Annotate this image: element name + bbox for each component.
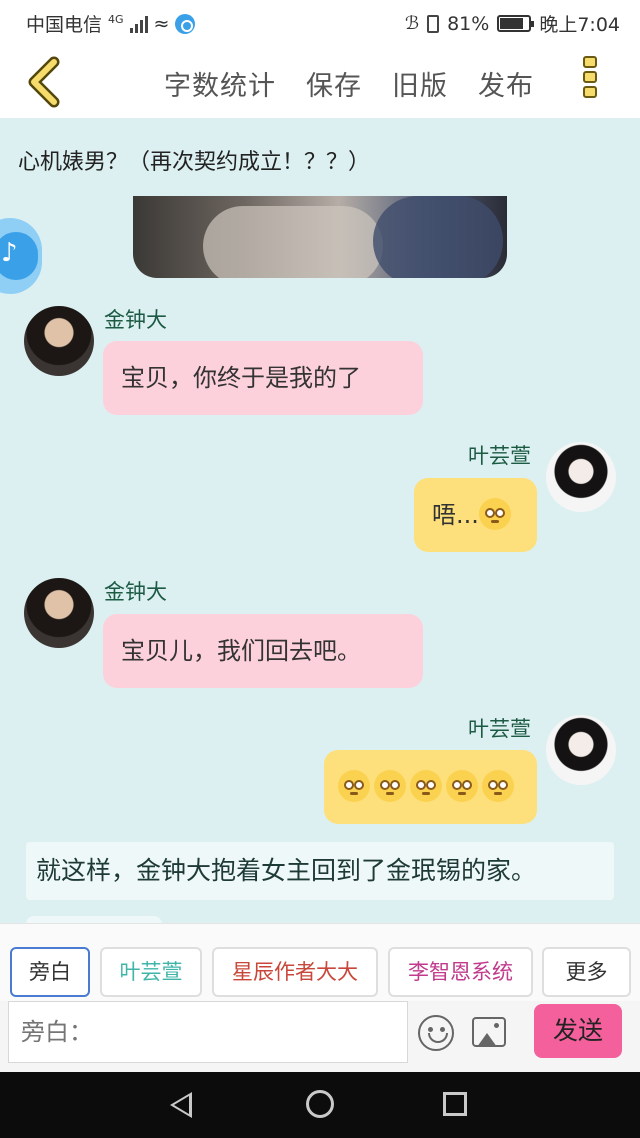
more-dot-icon	[583, 56, 597, 68]
sender-name: 金钟大	[104, 580, 167, 604]
message-bubble[interactable]: 宝贝儿，我们回去吧。	[103, 614, 423, 688]
message-input[interactable]	[8, 1001, 408, 1063]
image-icon[interactable]	[472, 1017, 506, 1047]
avatar[interactable]	[24, 578, 94, 648]
role-author-button[interactable]: 星辰作者大大	[212, 947, 378, 997]
next-narration-block[interactable]	[26, 916, 162, 923]
battery-icon	[497, 15, 535, 32]
emoji-icon[interactable]	[418, 1015, 454, 1051]
message-bubble[interactable]: 宝贝，你终于是我的了	[103, 341, 423, 415]
role-selector-bar: 旁白 叶芸萱 星辰作者大大 李智恩系统 更多	[0, 923, 640, 1001]
save-button[interactable]: 保存	[306, 64, 362, 103]
chevron-left-icon	[28, 56, 60, 108]
more-dot-icon	[583, 86, 597, 98]
narration-block[interactable]: 就这样，金钟大抱着女主回到了金珉锡的家。	[26, 842, 614, 900]
message-text: 唔...	[432, 501, 479, 529]
more-dot-icon	[583, 71, 597, 83]
top-toolbar: 字数统计 保存 旧版 发布	[0, 44, 640, 118]
music-note-icon: ♪	[1, 238, 18, 268]
music-button[interactable]: ♪	[0, 218, 42, 294]
chapter-title: 心机婊男？（再次契约成立！？？）	[18, 150, 371, 175]
word-count-button[interactable]: 字数统计	[164, 64, 276, 103]
message-bubble[interactable]	[324, 750, 537, 824]
nav-home-icon[interactable]	[306, 1090, 334, 1118]
network-type-label: 4G	[108, 13, 124, 26]
avatar[interactable]	[546, 715, 616, 785]
avatar[interactable]	[24, 306, 94, 376]
role-yeyunxuan-button[interactable]: 叶芸萱	[100, 947, 202, 997]
bluetooth-icon: ℬ	[404, 13, 420, 34]
flushed-face-emoji	[482, 770, 514, 802]
nav-back-icon[interactable]	[170, 1092, 192, 1118]
vibrate-icon	[427, 14, 440, 33]
input-bar: 发送	[0, 1001, 640, 1072]
nav-recent-apps-icon[interactable]	[443, 1092, 467, 1116]
sender-name: 叶芸萱	[468, 444, 531, 468]
cellular-signal-icon	[129, 15, 148, 33]
vpn-icon	[175, 13, 196, 34]
wifi-icon: ≈	[153, 12, 170, 35]
send-button[interactable]: 发送	[534, 1004, 622, 1058]
flushed-face-emoji	[338, 770, 370, 802]
status-bar: 中国电信 4G ≈ ℬ 81% 晚上7:04	[0, 0, 640, 44]
sender-name: 叶芸萱	[468, 717, 531, 741]
publish-button[interactable]: 发布	[478, 64, 534, 103]
system-nav-bar	[0, 1072, 640, 1138]
battery-percent: 81%	[447, 12, 490, 35]
more-menu-button[interactable]	[578, 56, 602, 108]
sender-name: 金钟大	[104, 308, 167, 332]
old-version-button[interactable]: 旧版	[392, 64, 448, 103]
flushed-face-emoji	[446, 770, 478, 802]
clock: 晚上7:04	[539, 14, 620, 36]
avatar[interactable]	[546, 442, 616, 512]
back-button[interactable]	[22, 54, 72, 108]
chat-area[interactable]: 心机婊男？（再次契约成立！？？） ♪ 金钟大 宝贝，你终于是我的了 叶芸萱 唔.…	[0, 118, 640, 923]
role-narrator-button[interactable]: 旁白	[10, 947, 90, 997]
flushed-face-emoji	[374, 770, 406, 802]
flushed-face-emoji	[478, 498, 511, 530]
flushed-face-emoji	[410, 770, 442, 802]
role-system-button[interactable]: 李智恩系统	[388, 947, 533, 997]
chat-image[interactable]	[133, 196, 507, 278]
carrier-label: 中国电信	[26, 14, 103, 36]
more-roles-button[interactable]: 更多	[542, 947, 631, 997]
message-bubble[interactable]: 唔...	[414, 478, 537, 552]
